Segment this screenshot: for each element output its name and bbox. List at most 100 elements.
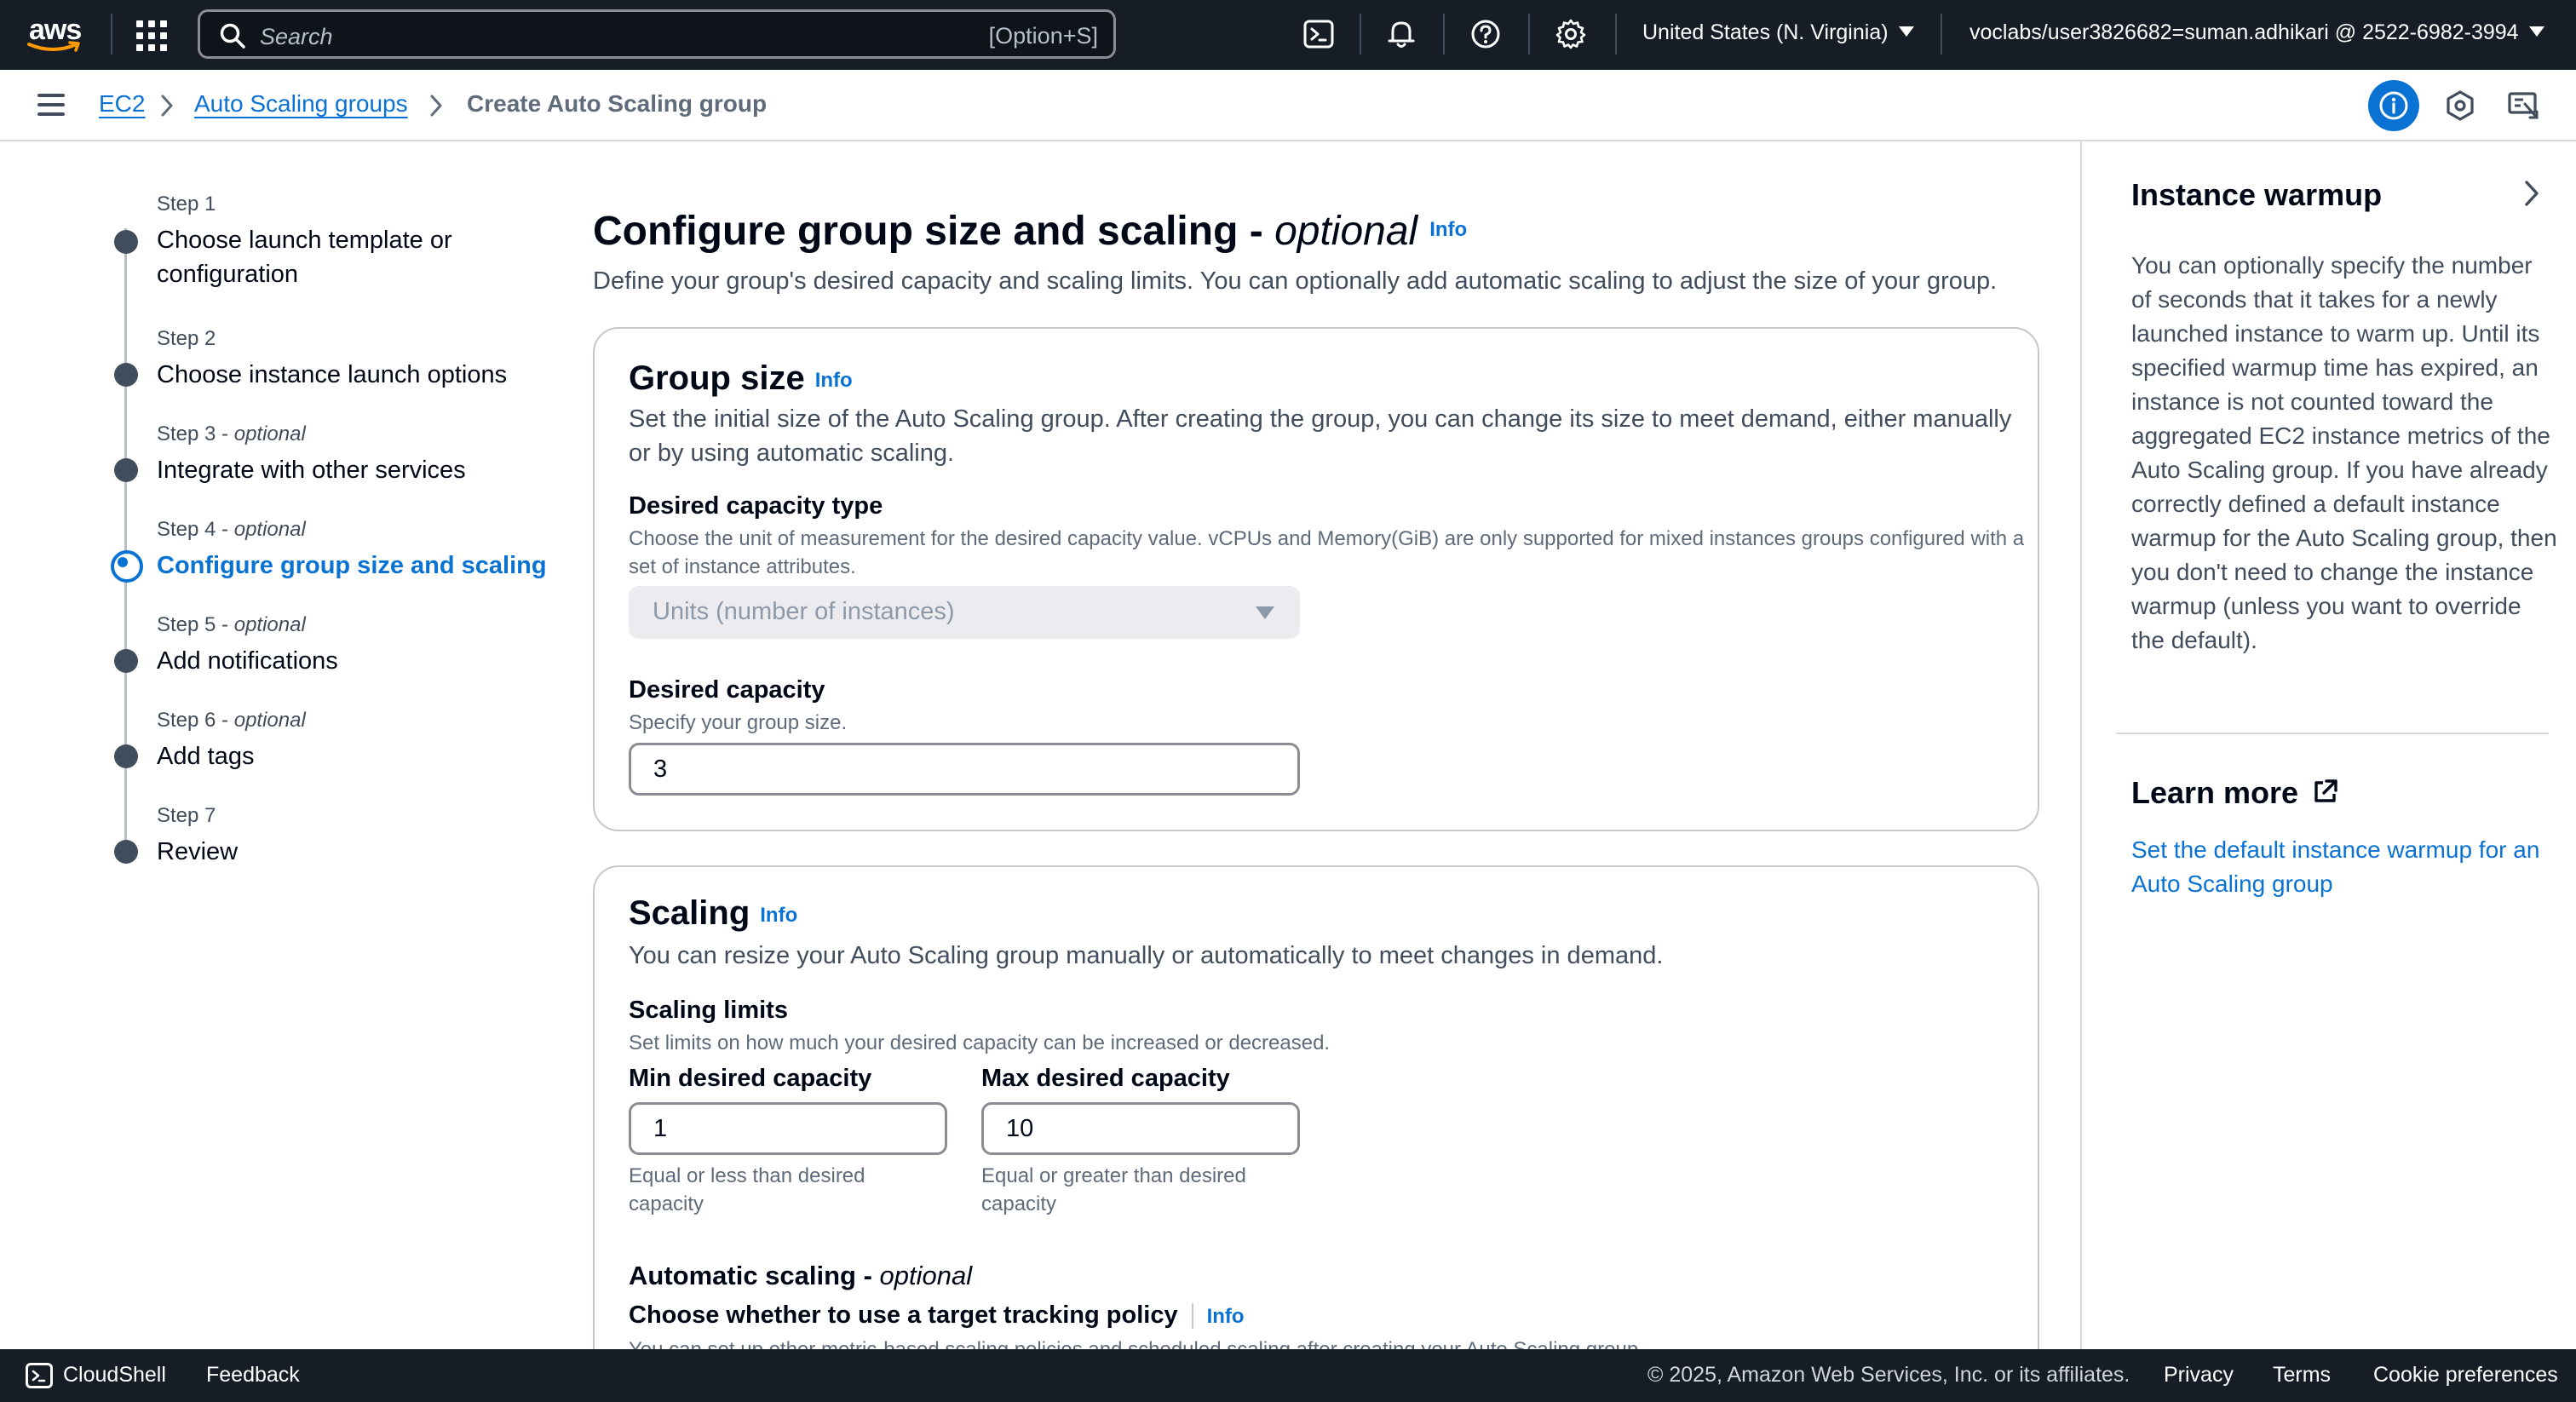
- breadcrumb-current: Create Auto Scaling group: [467, 90, 768, 117]
- services-grid-icon[interactable]: [136, 20, 167, 51]
- notifications-bell-icon[interactable]: [1384, 17, 1418, 51]
- page-description: Define your group's desired capacity and…: [593, 267, 1998, 295]
- scaling-limits-description: Set limits on how much your desired capa…: [629, 1031, 1331, 1054]
- menu-hamburger-icon[interactable]: [37, 94, 65, 116]
- search-bar[interactable]: Search [Option+S]: [198, 9, 1116, 59]
- step-dot: [114, 744, 138, 768]
- scaling-description: You can resize your Auto Scaling group m…: [629, 942, 1664, 969]
- caret-down-icon: [2528, 26, 2544, 37]
- desired-capacity-label: Desired capacity: [629, 676, 825, 704]
- breadcrumb-auto-scaling-groups[interactable]: Auto Scaling groups: [194, 90, 408, 118]
- info-panel-button[interactable]: [2368, 80, 2419, 131]
- caret-down-icon: [1256, 606, 1274, 619]
- step-number: Step 7: [157, 804, 216, 827]
- tutorial-panel-icon[interactable]: [2506, 89, 2540, 123]
- footer-terms[interactable]: Terms: [2273, 1363, 2331, 1388]
- max-capacity-hint: Equal or greater than desired capacity: [981, 1164, 1246, 1215]
- step-dot: [114, 230, 138, 254]
- step-label[interactable]: Add tags: [157, 739, 557, 773]
- nav-divider: [1615, 14, 1617, 55]
- account-label: voclabs/user3826682=suman.adhikari @ 252…: [1969, 20, 2519, 44]
- automatic-scaling-heading: Automatic scaling - optional: [629, 1261, 973, 1290]
- group-size-heading: Group size Info: [629, 359, 853, 397]
- scaling-panel: Scaling Info You can resize your Auto Sca…: [593, 865, 2039, 1393]
- footer-cookie-preferences[interactable]: Cookie preferences: [2373, 1363, 2558, 1388]
- chevron-right-icon: [161, 95, 173, 117]
- step-number: Step 6 - optional: [157, 709, 306, 732]
- footer: CloudShell Feedback © 2025, Amazon Web S…: [0, 1349, 2576, 1402]
- step-number: Step 1: [157, 192, 216, 215]
- capacity-type-value: Units (number of instances): [653, 598, 955, 625]
- group-size-description: Set the initial size of the Auto Scaling…: [629, 405, 2012, 467]
- desired-capacity-input[interactable]: 3: [629, 743, 1300, 796]
- step-label[interactable]: Review: [157, 835, 557, 869]
- help-panel-divider: [2116, 733, 2549, 734]
- resources-hexagon-icon[interactable]: [2443, 89, 2477, 123]
- desired-capacity-description: Specify your group size.: [629, 711, 848, 734]
- step-number: Step 5 - optional: [157, 613, 306, 636]
- step-label[interactable]: Choose launch template or configuration: [157, 223, 557, 291]
- help-panel: Instance warmup You can optionally speci…: [2080, 141, 2576, 1349]
- caret-down-icon: [1898, 26, 1914, 37]
- search-icon: [220, 23, 245, 49]
- scaling-info-link[interactable]: Info: [760, 904, 797, 927]
- page-title: Configure group size and scaling - optio…: [593, 209, 1468, 254]
- breadcrumb-ec2[interactable]: EC2: [99, 90, 145, 118]
- min-capacity-input[interactable]: 1: [629, 1102, 947, 1155]
- help-panel-body: You can optionally specify the number of…: [2131, 252, 2557, 653]
- nav-divider: [1443, 14, 1445, 55]
- step-number: Step 2: [157, 327, 216, 350]
- help-icon[interactable]: [1469, 17, 1503, 51]
- nav-divider: [111, 14, 112, 55]
- page-info-link[interactable]: Info: [1429, 218, 1467, 241]
- capacity-type-select[interactable]: Units (number of instances): [629, 586, 1300, 639]
- learn-more-heading: Learn more: [2131, 775, 2339, 811]
- info-icon: [2379, 91, 2408, 120]
- settings-gear-icon[interactable]: [1554, 17, 1588, 51]
- footer-privacy[interactable]: Privacy: [2164, 1363, 2234, 1388]
- nav-divider: [1941, 14, 1942, 55]
- breadcrumb-bar: EC2 Auto Scaling groups Create Auto Scal…: [0, 70, 2576, 141]
- search-shortcut: [Option+S]: [988, 23, 1098, 49]
- footer-feedback[interactable]: Feedback: [206, 1363, 300, 1388]
- scaling-heading: Scaling Info: [629, 894, 798, 932]
- step-label[interactable]: Choose instance launch options: [157, 358, 557, 392]
- capacity-type-description: Choose the unit of measurement for the d…: [629, 527, 2025, 578]
- cloudshell-icon[interactable]: [26, 1363, 53, 1388]
- nav-divider: [1360, 14, 1361, 55]
- chevron-right-icon[interactable]: [2521, 179, 2542, 208]
- footer-cloudshell[interactable]: CloudShell: [63, 1363, 166, 1388]
- step-dot: [114, 363, 138, 387]
- aws-logo[interactable]: aws: [26, 12, 85, 56]
- warmup-doc-link[interactable]: Set the default instance warmup for an A…: [2131, 833, 2557, 901]
- region-label: United States (N. Virginia): [1642, 20, 1889, 44]
- group-size-panel: Group size Info Set the initial size of t…: [593, 327, 2039, 831]
- account-menu[interactable]: voclabs/user3826682=suman.adhikari @ 252…: [1969, 20, 2544, 45]
- step-number: Step 4 - optional: [157, 518, 306, 541]
- group-size-info-link[interactable]: Info: [815, 369, 853, 392]
- footer-copyright: © 2025, Amazon Web Services, Inc. or its…: [1647, 1363, 2130, 1387]
- capacity-type-label: Desired capacity type: [629, 492, 883, 520]
- max-capacity-label: Max desired capacity: [981, 1065, 1230, 1092]
- step-label[interactable]: Integrate with other services: [157, 453, 557, 487]
- step-dot: [114, 840, 138, 864]
- search-placeholder: Search: [260, 24, 333, 49]
- step-dot-active: [111, 550, 143, 583]
- target-tracking-label: Choose whether to use a target tracking …: [629, 1301, 1245, 1330]
- cloudshell-icon[interactable]: [1302, 17, 1336, 51]
- step-label[interactable]: Add notifications: [157, 644, 557, 678]
- step-label-active: Configure group size and scaling: [157, 552, 547, 579]
- target-tracking-info-link[interactable]: Info: [1207, 1305, 1245, 1328]
- aws-smile-icon: [27, 41, 80, 52]
- step-dot: [114, 458, 138, 482]
- min-capacity-hint: Equal or less than desired capacity: [629, 1164, 865, 1215]
- min-capacity-label: Min desired capacity: [629, 1065, 872, 1092]
- scaling-limits-label: Scaling limits: [629, 997, 788, 1024]
- external-link-icon: [2314, 779, 2337, 802]
- nav-divider: [1528, 14, 1530, 55]
- chevron-right-icon: [430, 95, 442, 117]
- step-number: Step 3 - optional: [157, 422, 306, 445]
- step-dot: [114, 649, 138, 673]
- region-selector[interactable]: United States (N. Virginia): [1642, 20, 1914, 45]
- max-capacity-input[interactable]: 10: [981, 1102, 1300, 1155]
